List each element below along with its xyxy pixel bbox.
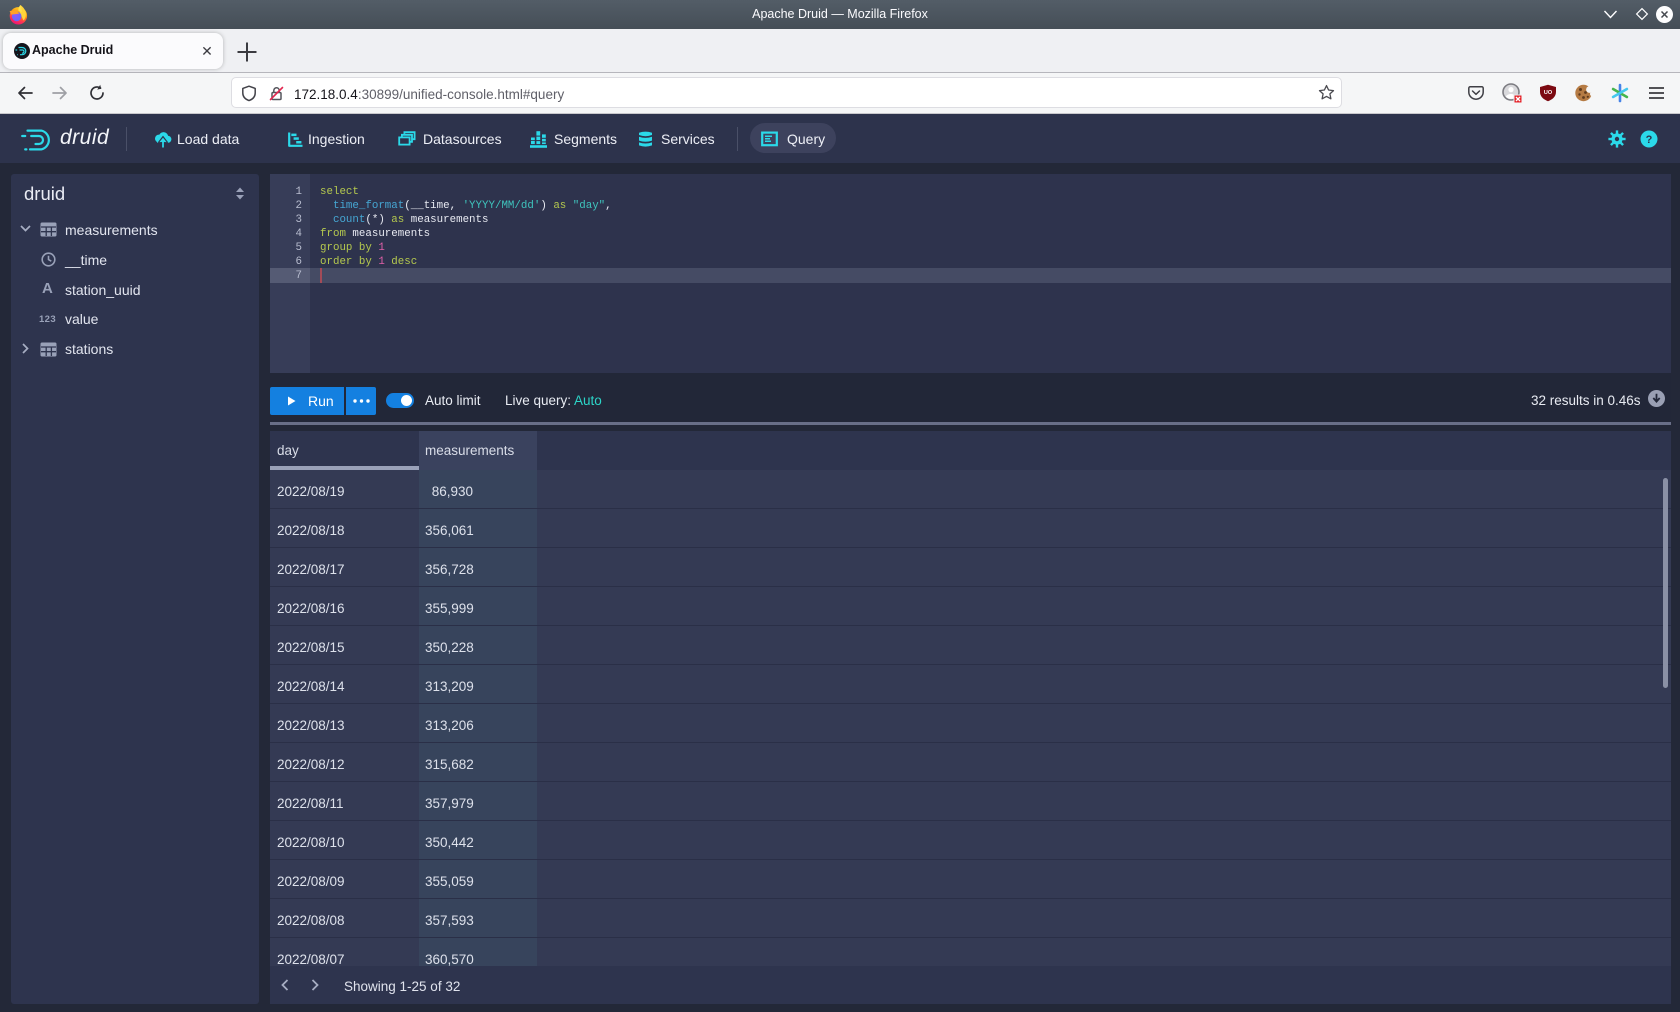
svg-text:UO: UO xyxy=(1544,90,1553,96)
svg-text:?: ? xyxy=(1646,134,1653,146)
